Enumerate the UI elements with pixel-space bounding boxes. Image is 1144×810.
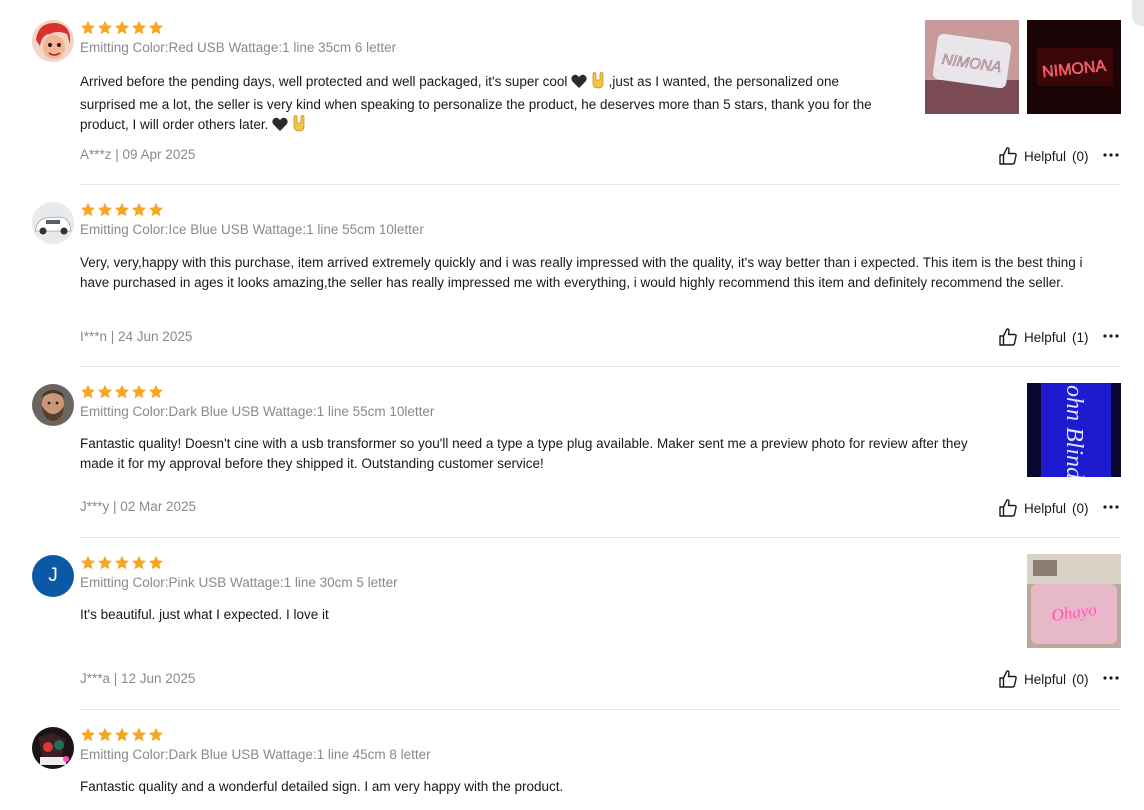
divider: [80, 537, 1121, 538]
helpful-count: (0): [1072, 148, 1089, 164]
star-icon: [114, 555, 130, 570]
black-heart-icon: [571, 74, 587, 95]
star-icon: [148, 20, 164, 35]
helpful-button[interactable]: Helpful (0): [998, 146, 1089, 166]
helpful-label: Helpful: [1024, 671, 1067, 687]
star-icon: [80, 20, 96, 35]
star-icon: [80, 555, 96, 570]
avatar[interactable]: [32, 20, 74, 62]
avatar[interactable]: [32, 727, 74, 769]
star-icon: [80, 727, 96, 742]
review-photo[interactable]: Ohayo: [1027, 554, 1121, 648]
scroll-corner: [1132, 0, 1144, 26]
star-icon: [114, 727, 130, 742]
star-icon: [131, 202, 147, 217]
photo-text: ohn Blind: [1061, 385, 1087, 477]
helpful-count: (0): [1072, 500, 1089, 516]
thumbs-up-icon: [999, 670, 1017, 688]
star-icon: [80, 384, 96, 399]
divider: [80, 366, 1121, 367]
star-icon: [148, 202, 164, 217]
helpful-button[interactable]: Helpful (1): [998, 327, 1089, 347]
star-icon: [97, 727, 113, 742]
star-rating: [80, 20, 164, 36]
divider: [80, 184, 1121, 185]
star-rating: [80, 384, 164, 400]
star-icon: [114, 384, 130, 399]
more-options-icon[interactable]: [1102, 148, 1120, 162]
helpful-label: Helpful: [1024, 148, 1067, 164]
review-text: Very, very,happy with this purchase, ite…: [80, 255, 1083, 291]
variant-info: Emitting Color:Ice Blue USB Wattage:1 li…: [80, 222, 424, 237]
review-text-part: Arrived before the pending days, well pr…: [80, 74, 568, 89]
star-icon: [114, 202, 130, 217]
black-heart-icon: [272, 117, 288, 138]
review-text: It's beautiful. just what I expected. I …: [80, 607, 329, 622]
star-icon: [131, 727, 147, 742]
review-photo[interactable]: NIMONA: [925, 20, 1019, 114]
reviewer-date: J***a | 12 Jun 2025: [80, 671, 196, 686]
review-photo[interactable]: ohn Blind: [1027, 383, 1121, 477]
thumbs-up-icon: [999, 328, 1017, 346]
thumbs-up-icon: [999, 499, 1017, 517]
helpful-label: Helpful: [1024, 329, 1067, 345]
reviewer-date: I***n | 24 Jun 2025: [80, 329, 193, 344]
star-icon: [97, 20, 113, 35]
variant-info: Emitting Color:Dark Blue USB Wattage:1 l…: [80, 404, 435, 419]
review-photo[interactable]: NIMONA: [1027, 20, 1121, 114]
star-rating: [80, 555, 164, 571]
avatar[interactable]: [32, 202, 74, 244]
rock-on-hand-icon: [292, 115, 306, 138]
reviewer-date: J***y | 02 Mar 2025: [80, 499, 197, 514]
helpful-button[interactable]: Helpful (0): [998, 669, 1089, 689]
star-rating: [80, 202, 164, 218]
star-icon: [148, 384, 164, 399]
variant-info: Emitting Color:Red USB Wattage:1 line 35…: [80, 40, 397, 55]
avatar[interactable]: [32, 384, 74, 426]
avatar[interactable]: J: [32, 555, 74, 597]
helpful-count: (0): [1072, 671, 1089, 687]
review-text: Arrived before the pending days, well pr…: [80, 72, 890, 139]
star-icon: [148, 727, 164, 742]
helpful-label: Helpful: [1024, 500, 1067, 516]
star-icon: [131, 20, 147, 35]
star-icon: [97, 384, 113, 399]
star-icon: [131, 384, 147, 399]
helpful-count: (1): [1072, 329, 1089, 345]
review-text: Fantastic quality! Doesn't cine with a u…: [80, 436, 968, 472]
thumbs-up-icon: [999, 147, 1017, 165]
star-icon: [97, 202, 113, 217]
helpful-button[interactable]: Helpful (0): [998, 498, 1089, 518]
more-options-icon[interactable]: [1102, 500, 1120, 514]
star-icon: [131, 555, 147, 570]
variant-info: Emitting Color:Pink USB Wattage:1 line 3…: [80, 575, 398, 590]
more-options-icon[interactable]: [1102, 671, 1120, 685]
star-icon: [114, 20, 130, 35]
star-icon: [148, 555, 164, 570]
divider: [80, 709, 1121, 710]
star-icon: [80, 202, 96, 217]
star-icon: [97, 555, 113, 570]
variant-info: Emitting Color:Dark Blue USB Wattage:1 l…: [80, 747, 431, 762]
reviewer-date: A***z | 09 Apr 2025: [80, 147, 196, 162]
review-text: Fantastic quality and a wonderful detail…: [80, 779, 564, 794]
star-rating: [80, 727, 164, 743]
more-options-icon[interactable]: [1102, 329, 1120, 343]
rock-on-hand-icon: [591, 72, 605, 95]
